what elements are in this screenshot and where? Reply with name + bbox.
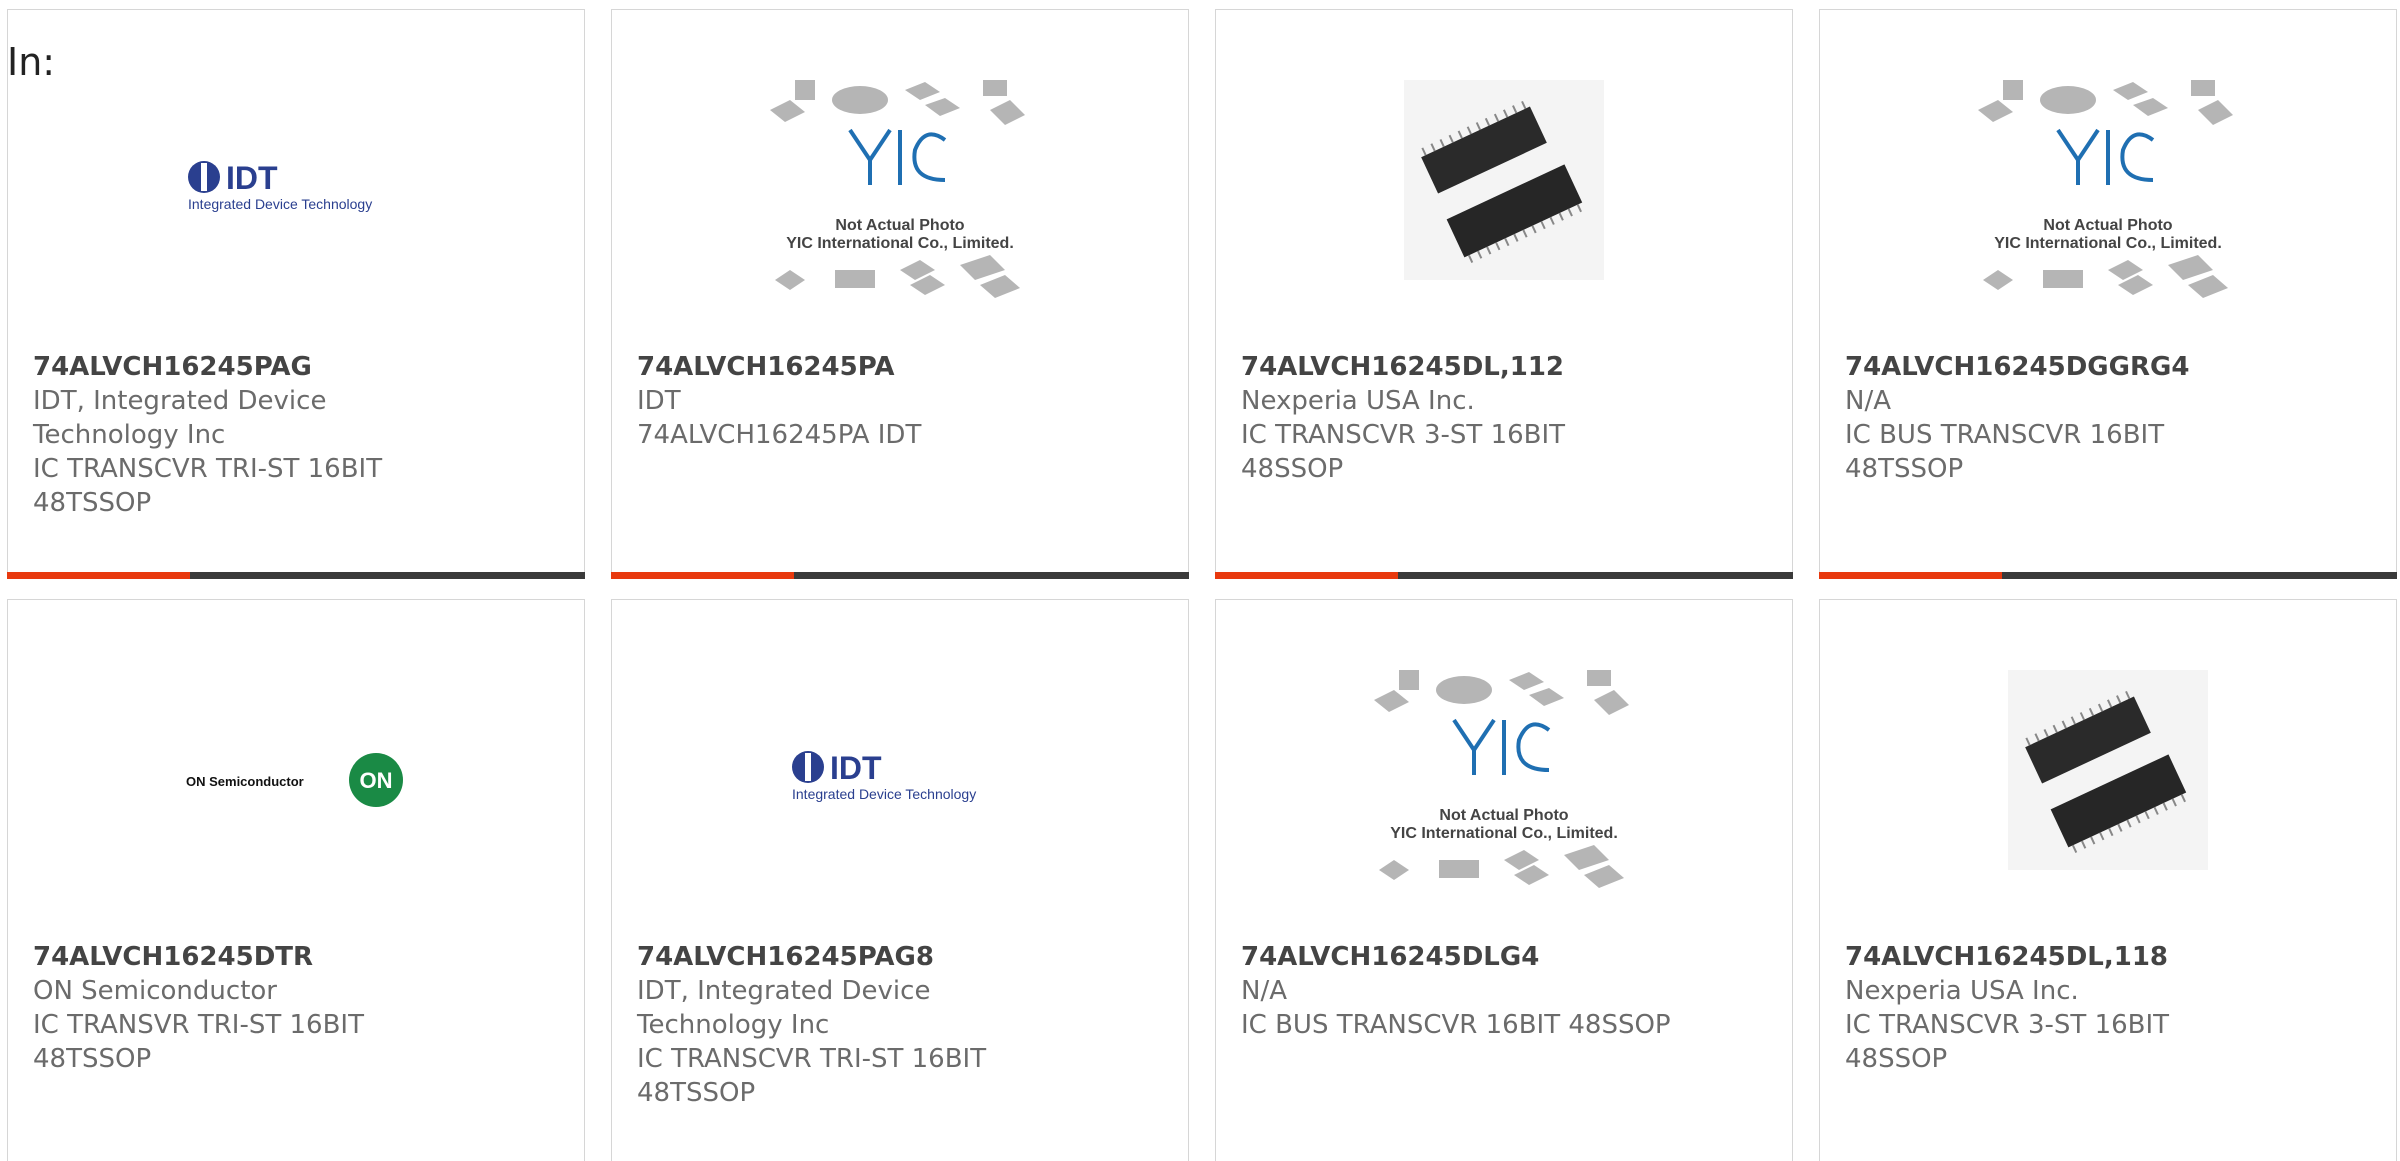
- product-card[interactable]: 74ALVCH16245DL,118 Nexperia USA Inc. IC …: [1819, 599, 2397, 1161]
- svg-text:YIC International Co., Limited: YIC International Co., Limited.: [1994, 235, 2222, 252]
- manufacturer: IDT, Integrated Device Technology Inc: [33, 386, 327, 450]
- svg-text:Integrated Device Technology: Integrated Device Technology: [188, 196, 372, 212]
- product-image[interactable]: IDT Integrated Device Technology: [612, 660, 1188, 910]
- product-image[interactable]: Not Actual Photo YIC International Co., …: [612, 70, 1188, 320]
- card-accent-bar: [7, 572, 585, 579]
- product-card[interactable]: Not Actual Photo YIC International Co., …: [1215, 599, 1793, 1161]
- product-grid-page: In: IDT Integrated Device Technology 74A…: [0, 0, 2400, 1161]
- svg-text:Not Actual Photo: Not Actual Photo: [1439, 807, 1568, 824]
- yic-placeholder-icon: Not Actual Photo YIC International Co., …: [1978, 80, 2233, 298]
- manufacturer: N/A: [1845, 386, 1891, 416]
- product-card[interactable]: IDT Integrated Device Technology 74ALVCH…: [7, 9, 585, 579]
- svg-text:Integrated Device Technology: Integrated Device Technology: [792, 786, 976, 802]
- description: IC TRANSVR TRI-ST 16BIT 48TSSOP: [33, 1010, 364, 1074]
- card-accent-bar: [1819, 572, 2397, 579]
- description: IC TRANSCVR TRI-ST 16BIT 48TSSOP: [33, 454, 383, 518]
- part-number[interactable]: 74ALVCH16245PA: [637, 350, 1168, 384]
- card-accent-bar: [1215, 572, 1793, 579]
- description: 74ALVCH16245PA IDT: [637, 420, 922, 450]
- product-image[interactable]: IDT Integrated Device Technology: [8, 70, 584, 320]
- card-accent-bar: [611, 572, 1189, 579]
- idt-logo-icon: IDT Integrated Device Technology: [188, 160, 372, 212]
- product-card[interactable]: 74ALVCH16245DL,112 Nexperia USA Inc. IC …: [1215, 9, 1793, 579]
- ic-chip-photo-icon: [1404, 80, 1604, 280]
- yic-placeholder-icon: Not Actual Photo YIC International Co., …: [770, 80, 1025, 298]
- description: IC TRANSCVR 3-ST 16BIT 48SSOP: [1241, 420, 1566, 484]
- yic-placeholder-icon: Not Actual Photo YIC International Co., …: [1374, 670, 1629, 888]
- manufacturer: Nexperia USA Inc.: [1241, 386, 1475, 416]
- part-number[interactable]: 74ALVCH16245PAG8: [637, 940, 1168, 974]
- svg-text:IDT: IDT: [830, 750, 882, 786]
- part-number[interactable]: 74ALVCH16245DTR: [33, 940, 564, 974]
- svg-text:IDT: IDT: [226, 160, 278, 196]
- manufacturer: IDT, Integrated Device Technology Inc: [637, 976, 931, 1040]
- description: IC BUS TRANSCVR 16BIT 48TSSOP: [1845, 420, 2165, 484]
- part-number[interactable]: 74ALVCH16245DGGRG4: [1845, 350, 2376, 384]
- svg-text:Not Actual Photo: Not Actual Photo: [2043, 217, 2172, 234]
- part-number[interactable]: 74ALVCH16245PAG: [33, 350, 564, 384]
- product-image[interactable]: ON Semiconductor ON: [8, 660, 584, 910]
- on-semiconductor-logo-icon: ON Semiconductor ON: [186, 753, 403, 807]
- product-card[interactable]: Not Actual Photo YIC International Co., …: [611, 9, 1189, 579]
- product-card[interactable]: IDT Integrated Device Technology 74ALVCH…: [611, 599, 1189, 1161]
- part-number[interactable]: 74ALVCH16245DL,118: [1845, 940, 2376, 974]
- idt-logo-icon: IDT Integrated Device Technology: [792, 750, 976, 802]
- manufacturer: Nexperia USA Inc.: [1845, 976, 2079, 1006]
- manufacturer: N/A: [1241, 976, 1287, 1006]
- part-number[interactable]: 74ALVCH16245DL,112: [1241, 350, 1772, 384]
- product-image[interactable]: Not Actual Photo YIC International Co., …: [1820, 70, 2396, 320]
- svg-text:ON: ON: [360, 768, 393, 793]
- svg-text:ON Semiconductor: ON Semiconductor: [186, 774, 304, 789]
- svg-text:YIC International Co., Limited: YIC International Co., Limited.: [1390, 825, 1618, 842]
- product-card[interactable]: Not Actual Photo YIC International Co., …: [1819, 9, 2397, 579]
- product-image[interactable]: Not Actual Photo YIC International Co., …: [1216, 660, 1792, 910]
- description: IC TRANSCVR 3-ST 16BIT 48SSOP: [1845, 1010, 2170, 1074]
- in-label: In:: [7, 40, 56, 84]
- product-image[interactable]: [1820, 660, 2396, 910]
- part-number[interactable]: 74ALVCH16245DLG4: [1241, 940, 1772, 974]
- description: IC BUS TRANSCVR 16BIT 48SSOP: [1241, 1010, 1671, 1040]
- ic-chip-photo-icon: [2008, 670, 2208, 870]
- manufacturer: IDT: [637, 386, 681, 416]
- description: IC TRANSCVR TRI-ST 16BIT 48TSSOP: [637, 1044, 987, 1108]
- manufacturer: ON Semiconductor: [33, 976, 277, 1006]
- svg-text:Not Actual Photo: Not Actual Photo: [835, 217, 964, 234]
- product-card[interactable]: ON Semiconductor ON 74ALVCH16245DTR ON S…: [7, 599, 585, 1161]
- svg-text:YIC International Co., Limited: YIC International Co., Limited.: [786, 235, 1014, 252]
- product-image[interactable]: [1216, 70, 1792, 320]
